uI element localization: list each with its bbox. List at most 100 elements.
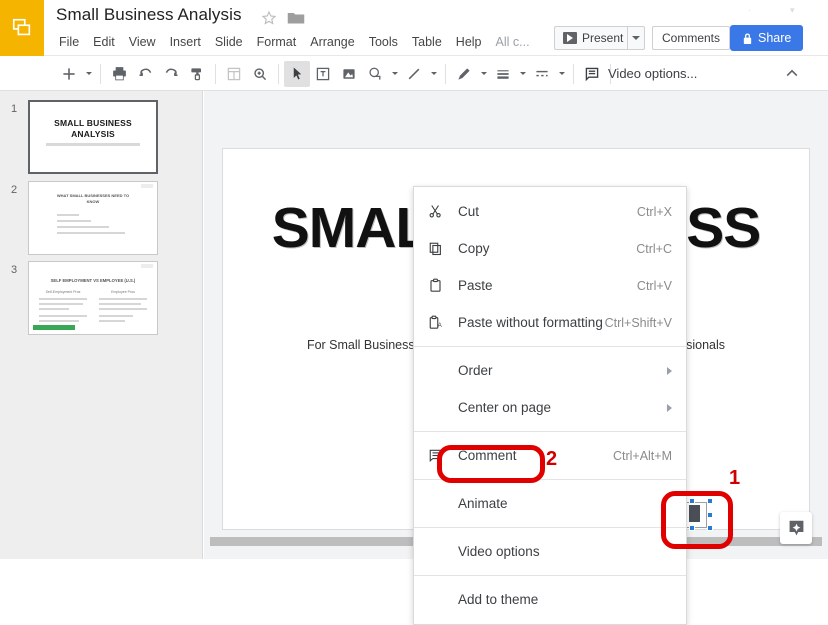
new-slide-dropdown-button[interactable] bbox=[82, 61, 95, 87]
shape-button[interactable] bbox=[362, 61, 388, 87]
slide-thumbnail-3[interactable]: 3 SELF EMPLOYMENT VS EMPLOYEE (U.S.) Sel… bbox=[0, 261, 203, 335]
selection-handle-e[interactable] bbox=[707, 512, 713, 518]
clipboard-a-icon: A bbox=[428, 315, 450, 330]
comments-button-label: Comments bbox=[662, 31, 721, 45]
slide-number-2: 2 bbox=[10, 184, 18, 196]
menu-tools[interactable]: Tools bbox=[362, 33, 405, 51]
share-button[interactable]: Share bbox=[730, 25, 804, 51]
all-changes-saved-status: All c... bbox=[495, 35, 530, 49]
context-menu-item-add-to-theme-label: Add to theme bbox=[458, 592, 539, 607]
select-tool-button[interactable] bbox=[284, 60, 310, 87]
slide-3-corner-mark bbox=[141, 264, 153, 268]
speaker-notes-button[interactable] bbox=[579, 61, 605, 87]
context-menu[interactable]: Cut Ctrl+X Copy Ctrl+C Paste Ctrl+V A Pa… bbox=[413, 186, 687, 625]
context-menu-item-paste-without-formatting-shortcut: Ctrl+Shift+V bbox=[604, 315, 672, 330]
menu-file[interactable]: File bbox=[52, 33, 86, 51]
video-options-toolbar-label[interactable]: Video options... bbox=[608, 66, 697, 81]
slide-number-1: 1 bbox=[10, 103, 18, 115]
context-menu-item-paste-label: Paste bbox=[458, 278, 493, 293]
paint-format-button[interactable] bbox=[184, 61, 210, 87]
share-button-label: Share bbox=[758, 31, 792, 45]
line-dash-dropdown-button[interactable] bbox=[555, 61, 568, 87]
document-title[interactable]: Small Business Analysis bbox=[56, 5, 242, 25]
slide-subtitle-right-fragment: sionals bbox=[686, 338, 726, 352]
present-button-label: Present bbox=[582, 31, 624, 45]
slide-thumbnail-1-card[interactable]: SMALL BUSINESS ANALYSIS bbox=[28, 100, 158, 174]
context-menu-separator bbox=[414, 479, 686, 480]
context-menu-separator bbox=[414, 575, 686, 576]
context-menu-item-copy-label: Copy bbox=[458, 241, 490, 256]
slide-1-subtitle-placeholder bbox=[46, 143, 140, 146]
menu-view[interactable]: View bbox=[122, 33, 163, 51]
context-menu-item-copy[interactable]: Copy Ctrl+C bbox=[414, 230, 686, 267]
slide-thumbnail-2-card[interactable]: WHAT SMALL BUSINESSES NEED TO KNOW bbox=[28, 181, 158, 255]
menu-insert[interactable]: Insert bbox=[163, 33, 208, 51]
context-menu-item-animate-label: Animate bbox=[458, 496, 508, 511]
layout-button[interactable] bbox=[221, 61, 247, 87]
slide-3-title: SELF EMPLOYMENT VS EMPLOYEE (U.S.) bbox=[50, 278, 136, 283]
menu-format[interactable]: Format bbox=[250, 33, 304, 51]
context-menu-item-paste[interactable]: Paste Ctrl+V bbox=[414, 267, 686, 304]
selection-handle-se[interactable] bbox=[707, 525, 713, 531]
context-menu-item-cut[interactable]: Cut Ctrl+X bbox=[414, 193, 686, 230]
toolbar-divider bbox=[215, 63, 216, 84]
chevron-down-icon bbox=[632, 36, 640, 40]
context-menu-item-cut-shortcut: Ctrl+X bbox=[636, 204, 672, 219]
menu-table[interactable]: Table bbox=[405, 33, 449, 51]
pen-color-dropdown-button[interactable] bbox=[477, 61, 490, 87]
slide-3-green-accent-bar bbox=[33, 325, 75, 330]
copy-icon bbox=[428, 241, 450, 256]
menu-help[interactable]: Help bbox=[449, 33, 489, 51]
insert-image-button[interactable] bbox=[336, 61, 362, 87]
context-menu-item-order[interactable]: Order bbox=[414, 352, 686, 389]
pen-color-button[interactable] bbox=[451, 61, 477, 87]
new-slide-button[interactable] bbox=[56, 61, 82, 87]
text-box-button[interactable] bbox=[310, 61, 336, 87]
slide-thumbnail-3-card[interactable]: SELF EMPLOYMENT VS EMPLOYEE (U.S.) Self-… bbox=[28, 261, 158, 335]
slide-thumbnail-1[interactable]: 1 SMALL BUSINESS ANALYSIS bbox=[0, 100, 203, 174]
slide-3-body-line bbox=[39, 315, 87, 317]
selection-handle-n[interactable] bbox=[689, 498, 695, 504]
context-menu-item-center-on-page[interactable]: Center on page bbox=[414, 389, 686, 426]
slide-2-corner-mark bbox=[141, 184, 153, 188]
context-menu-item-paste-without-formatting[interactable]: A Paste without formatting Ctrl+Shift+V bbox=[414, 304, 686, 341]
comments-button[interactable]: Comments bbox=[652, 26, 731, 50]
menu-edit[interactable]: Edit bbox=[86, 33, 122, 51]
undo-button[interactable] bbox=[132, 61, 158, 87]
slide-filmstrip-panel[interactable]: 1 SMALL BUSINESS ANALYSIS 2 WHAT SMALL B… bbox=[0, 91, 203, 559]
context-menu-item-comment-label: Comment bbox=[458, 448, 517, 463]
context-menu-item-add-to-theme[interactable]: Add to theme bbox=[414, 581, 686, 618]
menu-slide[interactable]: Slide bbox=[208, 33, 250, 51]
line-weight-dropdown-button[interactable] bbox=[516, 61, 529, 87]
slide-2-body-line bbox=[57, 232, 125, 234]
chevron-down-icon bbox=[430, 72, 437, 75]
chevron-down-icon bbox=[85, 72, 92, 75]
slide-thumbnail-2[interactable]: 2 WHAT SMALL BUSINESSES NEED TO KNOW bbox=[0, 181, 203, 255]
submenu-arrow-icon bbox=[667, 366, 672, 375]
explore-button[interactable] bbox=[780, 512, 812, 544]
redo-button[interactable] bbox=[158, 61, 184, 87]
chevron-up-icon[interactable] bbox=[784, 66, 800, 87]
google-slides-window: Small Business Analysis File Edit View I… bbox=[0, 0, 828, 625]
line-weight-button[interactable] bbox=[490, 61, 516, 87]
zoom-button[interactable] bbox=[247, 61, 273, 87]
print-button[interactable] bbox=[106, 61, 132, 87]
present-button[interactable]: Present bbox=[554, 26, 632, 50]
context-menu-item-animate[interactable]: Animate bbox=[414, 485, 686, 522]
folder-icon[interactable] bbox=[287, 10, 305, 25]
selection-handle-s[interactable] bbox=[689, 525, 695, 531]
shape-dropdown-button[interactable] bbox=[388, 61, 401, 87]
context-menu-item-paste-shortcut: Ctrl+V bbox=[636, 278, 672, 293]
slide-1-title: SMALL BUSINESS ANALYSIS bbox=[54, 118, 132, 139]
star-icon[interactable] bbox=[261, 10, 277, 26]
selection-handle-ne[interactable] bbox=[707, 498, 713, 504]
line-dropdown-button[interactable] bbox=[427, 61, 440, 87]
comment-icon bbox=[428, 448, 450, 463]
svg-text:A: A bbox=[438, 323, 442, 329]
menu-arrange[interactable]: Arrange bbox=[303, 33, 361, 51]
line-dash-button[interactable] bbox=[529, 61, 555, 87]
context-menu-item-video-options[interactable]: Video options bbox=[414, 533, 686, 570]
line-button[interactable] bbox=[401, 61, 427, 87]
present-dropdown-button[interactable] bbox=[627, 26, 645, 50]
video-object-dark-block bbox=[689, 505, 700, 522]
